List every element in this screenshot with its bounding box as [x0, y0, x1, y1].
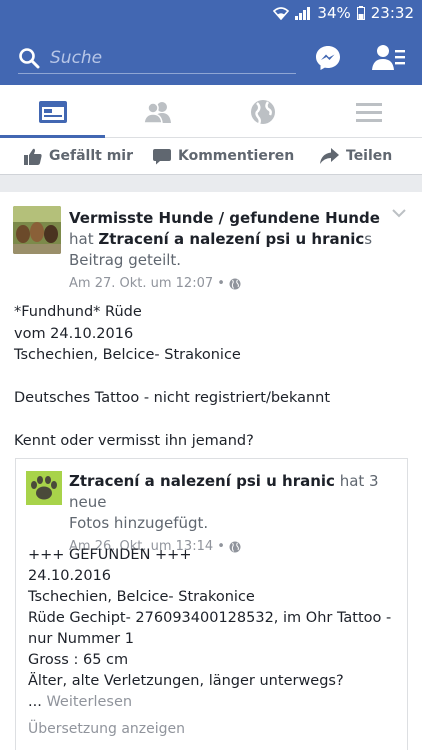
search-bar[interactable]: Suche: [18, 42, 296, 74]
shared-post-text: +++ GEFUNDEN +++ 24.10.2016 Tschechien, …: [28, 545, 406, 713]
like-label: Gefällt mir: [49, 148, 133, 164]
friend-requests-icon[interactable]: [372, 43, 406, 73]
post-line: vom 24.10.2016: [14, 325, 134, 342]
shared-line: 24.10.2016: [28, 568, 112, 584]
hamburger-icon: [355, 102, 382, 122]
comment-button[interactable]: Kommentieren: [153, 138, 294, 174]
post-line: *Fundhund* Rüde: [14, 304, 142, 320]
shared-line: Rüde Gechipt- 276093400128532, im Ohr Ta…: [28, 610, 392, 626]
post-timestamp[interactable]: Am 27. Okt. um 12:07 •: [69, 273, 225, 294]
nav-tabs: [0, 85, 422, 138]
shared-suffix: s: [364, 230, 373, 248]
tab-notifications[interactable]: [210, 85, 315, 138]
shared-page-link[interactable]: Ztracení a nalezení psi u hranic: [98, 230, 364, 248]
shared-line: Gross : 65 cm: [28, 652, 129, 668]
globe-icon: [229, 278, 241, 289]
shared-post-author[interactable]: Ztracení a nalezení psi u hranic: [69, 472, 335, 490]
shared-line: Tschechien, Belcice- Strakonice: [28, 589, 255, 605]
shared-line: nur Nummer 1: [28, 631, 134, 647]
post-line: Kennt oder vermisst ihn jemand?: [14, 433, 254, 449]
messenger-icon[interactable]: [314, 44, 342, 72]
wifi-icon: [273, 7, 290, 20]
shared-post-action-2: Fotos hinzugefügt.: [69, 514, 209, 532]
news-feed-icon: [38, 100, 67, 123]
comment-icon: [153, 148, 171, 164]
post-line-blank: [14, 410, 410, 432]
chevron-down-icon[interactable]: [392, 208, 406, 218]
comment-label: Kommentieren: [178, 148, 295, 164]
like-button[interactable]: Gefällt mir: [24, 138, 133, 174]
dogs-photo-icon: [13, 206, 61, 254]
app-header: Suche: [0, 28, 422, 85]
shared-post-card[interactable]: Ztracení a nalezení psi u hranic hat 3 n…: [15, 458, 408, 750]
page-avatar[interactable]: [13, 206, 61, 254]
ellipsis: ...: [28, 694, 42, 710]
shared-page-avatar[interactable]: [26, 471, 62, 505]
clock: 23:32: [370, 4, 414, 22]
paw-icon: [26, 471, 62, 505]
post-header: Vermisste Hunde / gefundene Hunde hat Zt…: [69, 208, 389, 294]
see-more-link[interactable]: Weiterlesen: [46, 694, 132, 710]
shared-line: +++ GEFUNDEN +++: [28, 547, 192, 563]
shared-word: hat: [69, 230, 94, 248]
post-line: Tschechien, Belcice- Strakonice: [14, 347, 241, 363]
translate-link[interactable]: Übersetzung anzeigen: [28, 721, 185, 737]
thumbs-up-icon: [24, 148, 42, 165]
battery-percentage: 34%: [317, 4, 351, 22]
post-text: *Fundhund* Rüde vom 24.10.2016 Tschechie…: [14, 302, 410, 453]
signal-icon: [295, 7, 311, 20]
tab-news-feed[interactable]: [0, 85, 105, 138]
share-button[interactable]: Teilen: [320, 138, 392, 174]
search-icon: [19, 47, 40, 68]
share-arrow-icon: [320, 148, 339, 164]
friends-icon: [142, 101, 171, 124]
post-line: Deutsches Tattoo - nicht registriert/bek…: [14, 390, 331, 406]
feed-divider: [0, 174, 422, 192]
post-author[interactable]: Vermisste Hunde / gefundene Hunde: [69, 209, 380, 227]
tab-menu[interactable]: [316, 85, 421, 138]
shared-caption: Beitrag geteilt.: [69, 251, 182, 269]
tab-friends[interactable]: [105, 85, 210, 138]
search-input[interactable]: Suche: [50, 48, 102, 68]
status-bar: 34% 23:32: [0, 0, 422, 28]
battery-icon: [356, 6, 365, 20]
shared-line: Älter, alte Verletzungen, länger unterwe…: [28, 673, 344, 689]
post-actions-bar: Gefällt mir Kommentieren Teilen: [0, 138, 422, 174]
feed-post: Vermisste Hunde / gefundene Hunde hat Zt…: [0, 192, 422, 750]
post-line-blank: [14, 367, 410, 389]
share-label: Teilen: [346, 148, 393, 164]
globe-tab-icon: [250, 99, 275, 125]
